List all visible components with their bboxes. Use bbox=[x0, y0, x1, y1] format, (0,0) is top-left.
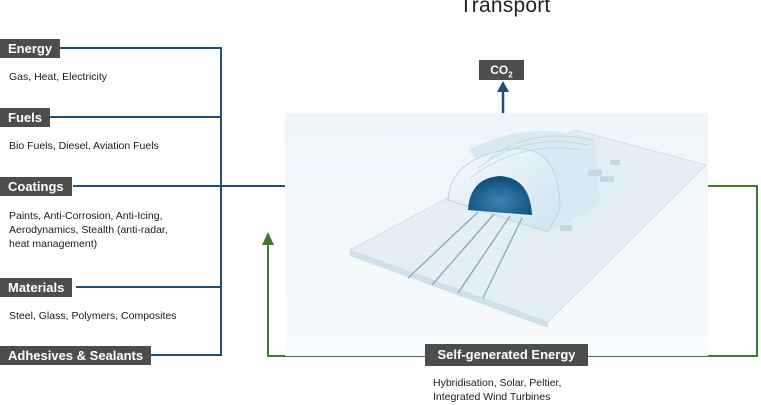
input-desc-materials: Steel, Glass, Polymers, Composites bbox=[9, 310, 177, 322]
input-label-fuels: Fuels bbox=[0, 108, 50, 127]
input-desc-coatings-line1: Paints, Anti-Corrosion, Anti-Icing, bbox=[9, 210, 163, 222]
self-desc-line2: Integrated Wind Turbines bbox=[433, 391, 551, 403]
input-label-coatings: Coatings bbox=[0, 177, 72, 196]
connector-lines bbox=[50, 47, 758, 357]
tunnel-illustration bbox=[285, 113, 708, 356]
input-label-adhesives: Adhesives & Sealants bbox=[0, 346, 152, 365]
input-desc-fuels: Bio Fuels, Diesel, Aviation Fuels bbox=[9, 140, 159, 152]
self-generated-energy-box: Self-generated Energy bbox=[425, 344, 588, 366]
input-desc-energy: Gas, Heat, Electricity bbox=[9, 71, 108, 83]
feedback-arrowhead bbox=[262, 232, 274, 245]
input-label-materials: Materials bbox=[0, 278, 73, 297]
co2-output-box: CO2 bbox=[479, 60, 524, 80]
input-label-energy: Energy bbox=[0, 39, 61, 58]
input-desc-coatings-line2: Aerodynamics, Stealth (anti-radar, bbox=[9, 224, 168, 236]
co2-label: CO bbox=[490, 63, 509, 77]
input-desc-coatings-line3: heat management) bbox=[9, 238, 98, 250]
co2-subscript: 2 bbox=[508, 70, 513, 80]
self-desc-line1: Hybridisation, Solar, Peltier, bbox=[433, 377, 562, 389]
self-generated-energy-desc: Hybridisation, Solar, Peltier, Integrate… bbox=[433, 376, 633, 404]
